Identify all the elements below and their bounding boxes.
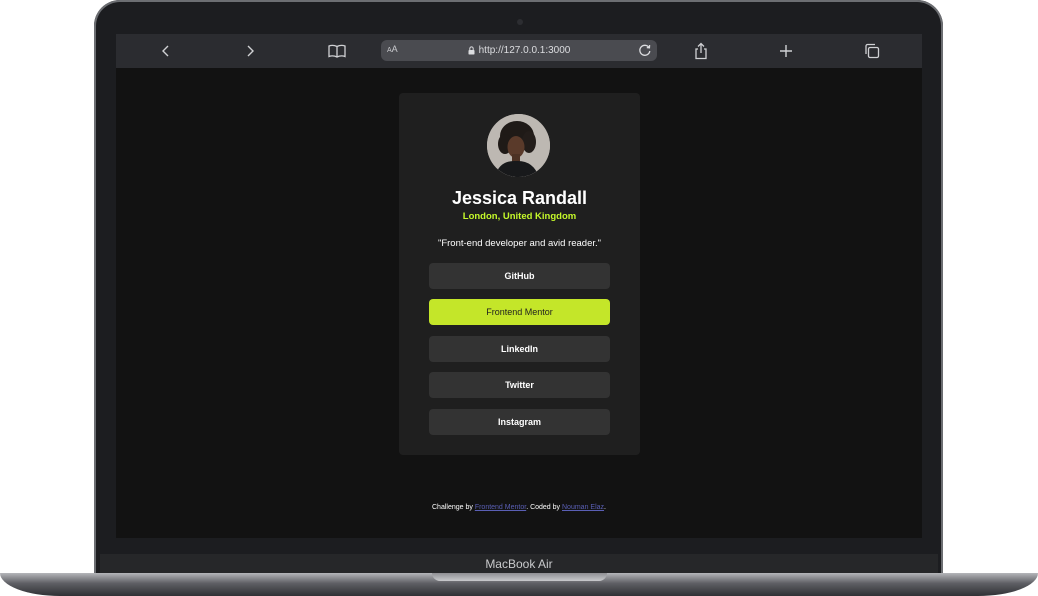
profile-bio: "Front-end developer and avid reader." [437,238,602,249]
attribution: Challenge by Frontend Mentor. Coded by N… [432,504,606,511]
laptop-notch [432,573,607,581]
avatar [487,114,550,177]
github-link-button[interactable]: GitHub [429,263,610,289]
lock-icon [468,42,475,60]
profile-location: London, United Kingdom [462,211,577,222]
url-text: http://127.0.0.1:3000 [478,45,571,56]
device-label: MacBook Air [485,557,553,571]
instagram-link-button[interactable]: Instagram [429,409,610,435]
twitter-link-button[interactable]: Twitter [429,372,610,398]
chevron-right-icon[interactable] [240,41,260,61]
chevron-left-icon[interactable] [156,41,176,61]
profile-card: Jessica Randall London, United Kingdom "… [399,93,640,455]
plus-icon[interactable] [776,41,796,61]
share-icon[interactable] [691,41,711,61]
profile-name: Jessica Randall [451,188,588,208]
author-link[interactable]: Nouman Elaz [562,504,604,511]
challenge-link[interactable]: Frontend Mentor [475,504,526,511]
linkedin-link-button[interactable]: LinkedIn [429,336,610,362]
reload-icon[interactable] [637,42,653,58]
tabs-icon[interactable] [862,41,882,61]
camera-dot [517,19,523,25]
frontend-mentor-link-button[interactable]: Frontend Mentor [429,299,610,325]
screen: AA http://127.0.0.1:3000 Jessica Randall… [116,34,922,538]
address-bar[interactable]: AA http://127.0.0.1:3000 [381,40,657,61]
book-icon[interactable] [327,41,347,61]
browser-toolbar: AA http://127.0.0.1:3000 [116,34,922,68]
